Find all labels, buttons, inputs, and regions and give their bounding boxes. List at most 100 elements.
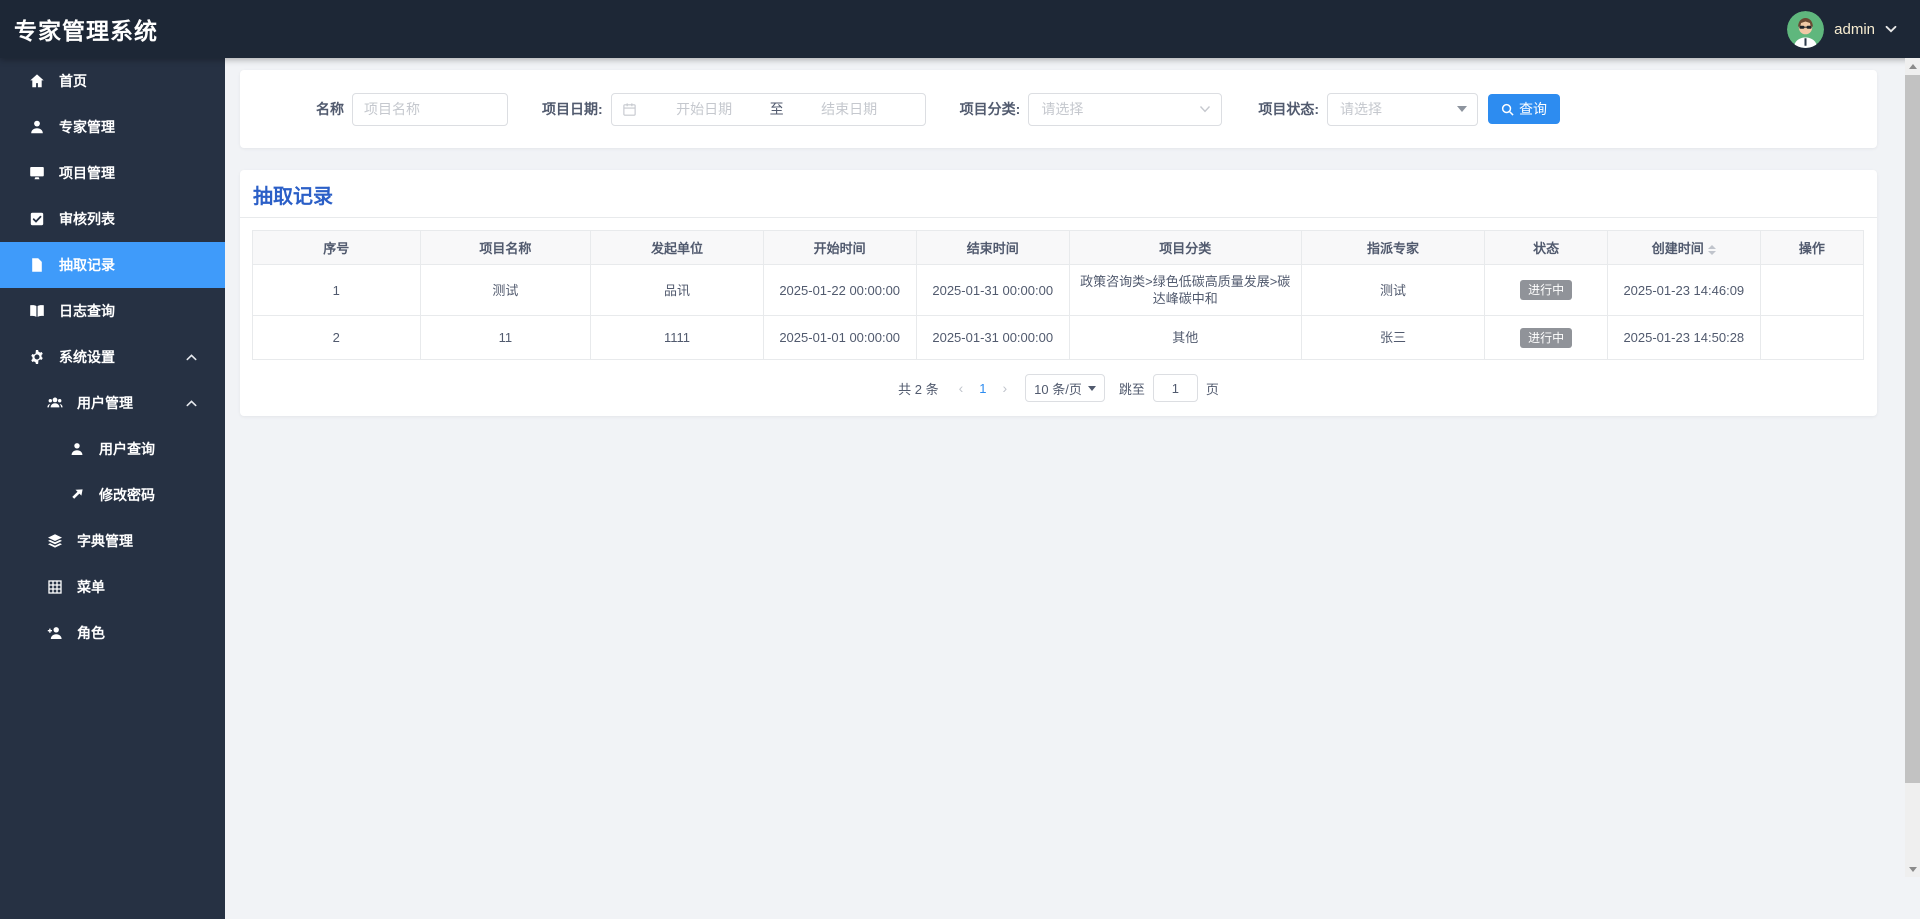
- user-icon: [68, 441, 85, 458]
- cell-created-time: 2025-01-23 14:50:28: [1606, 315, 1761, 360]
- category-filter-label: 项目分类:: [959, 101, 1021, 117]
- sidebar-item-label: 系统设置: [59, 349, 115, 365]
- col-project-name: 项目名称: [419, 230, 592, 265]
- cell-status: 进行中: [1484, 315, 1608, 360]
- chevron-up-icon: [186, 399, 197, 407]
- status-filter-label: 项目状态:: [1258, 101, 1320, 117]
- col-end-time: 结束时间: [915, 230, 1070, 265]
- sidebar-item-label: 首页: [59, 73, 87, 89]
- cell-org: 品讯: [590, 264, 764, 316]
- sidebar-item-extraction-records[interactable]: 抽取记录: [0, 242, 225, 288]
- grid-icon: [46, 579, 63, 596]
- records-panel: 抽取记录 序号 项目名称 发起单位 开始时间 结束时间 项目分类 指派专家 状态…: [240, 170, 1877, 416]
- cell-actions: [1759, 264, 1865, 316]
- chevron-down-icon: [1885, 25, 1897, 33]
- users-icon: [46, 395, 63, 412]
- vertical-scrollbar[interactable]: [1905, 58, 1920, 877]
- caret-down-icon: [1087, 385, 1096, 391]
- end-date-input[interactable]: [783, 101, 915, 117]
- jump-to-label: 跳至: [1118, 381, 1145, 397]
- username: admin: [1834, 20, 1875, 38]
- category-select[interactable]: 请选择: [1028, 92, 1223, 126]
- scroll-down-button[interactable]: [1905, 861, 1920, 877]
- cell-status: 进行中: [1484, 264, 1608, 316]
- prev-page-button[interactable]: ‹: [951, 380, 972, 396]
- main-content: 名称 项目日期: 至 项目分类: 请选择 项目状态: 请选择: [225, 58, 1905, 919]
- page-size-select[interactable]: 10 条/页: [1025, 374, 1105, 402]
- sidebar-item-label: 抽取记录: [59, 257, 115, 273]
- sidebar-item-user-query[interactable]: 用户查询: [0, 426, 225, 472]
- audit-check-icon: [28, 211, 45, 228]
- col-actions: 操作: [1759, 230, 1865, 265]
- cell-expert: 测试: [1300, 264, 1486, 316]
- sidebar-item-home[interactable]: 首页: [0, 58, 225, 104]
- sidebar-item-change-password[interactable]: 修改密码: [0, 472, 225, 518]
- date-filter-label: 项目日期:: [542, 101, 603, 117]
- col-expert: 指派专家: [1300, 230, 1486, 265]
- sidebar-item-roles[interactable]: 角色: [0, 610, 225, 656]
- status-select[interactable]: 请选择: [1327, 92, 1479, 126]
- sidebar-item-label: 字典管理: [77, 533, 133, 549]
- cell-created-time: 2025-01-23 14:46:09: [1606, 264, 1761, 316]
- sidebar-item-projects[interactable]: 项目管理: [0, 150, 225, 196]
- scrollbar-thumb[interactable]: [1905, 75, 1920, 783]
- col-created-time[interactable]: 创建时间: [1606, 230, 1761, 265]
- next-page-button[interactable]: ›: [994, 380, 1015, 396]
- triangle-up-icon: [1908, 63, 1917, 69]
- triangle-down-icon: [1908, 866, 1917, 872]
- sidebar-item-audit[interactable]: 审核列表: [0, 196, 225, 242]
- col-start-time: 开始时间: [762, 230, 917, 265]
- sidebar-item-label: 用户查询: [99, 441, 155, 457]
- col-no: 序号: [252, 230, 421, 265]
- name-filter-input[interactable]: [352, 92, 508, 126]
- status-badge: 进行中: [1520, 280, 1573, 300]
- sidebar-item-experts[interactable]: 专家管理: [0, 104, 225, 150]
- category-select-placeholder: 请选择: [1041, 101, 1084, 117]
- sidebar-item-user-management[interactable]: 用户管理: [0, 380, 225, 426]
- search-button[interactable]: 查询: [1488, 94, 1561, 124]
- sidebar-item-label: 专家管理: [59, 119, 115, 135]
- home-icon: [28, 73, 45, 90]
- app-title: 专家管理系统: [14, 18, 158, 44]
- sidebar-item-menu[interactable]: 菜单: [0, 564, 225, 610]
- app-header: 专家管理系统 admin: [0, 0, 1920, 58]
- start-date-input[interactable]: [638, 101, 770, 117]
- search-icon: [1501, 103, 1514, 116]
- sidebar-item-label: 修改密码: [99, 487, 155, 503]
- cell-end-time: 2025-01-31 00:00:00: [915, 315, 1070, 360]
- sidebar-item-dictionary[interactable]: 字典管理: [0, 518, 225, 564]
- gear-icon: [28, 349, 45, 366]
- app: { "app": { "title": "专家管理系统" }, "header"…: [0, 0, 1920, 919]
- status-select-placeholder: 请选择: [1340, 101, 1383, 117]
- cell-project-name: 11: [419, 315, 592, 360]
- filter-panel: 名称 项目日期: 至 项目分类: 请选择 项目状态: 请选择: [240, 70, 1877, 148]
- date-range-picker[interactable]: 至: [610, 92, 926, 126]
- sidebar-item-label: 项目管理: [59, 165, 115, 181]
- jump-page-suffix: 页: [1205, 381, 1219, 397]
- table-row: 1 测试 品讯 2025-01-22 00:00:00 2025-01-31 0…: [252, 264, 1865, 316]
- sidebar-item-label: 角色: [77, 625, 105, 641]
- table-header-row: 序号 项目名称 发起单位 开始时间 结束时间 项目分类 指派专家 状态 创建时间…: [252, 230, 1865, 265]
- sidebar-item-label: 菜单: [77, 579, 105, 595]
- col-org: 发起单位: [590, 230, 764, 265]
- page-title: 抽取记录: [253, 186, 333, 208]
- sidebar-item-logs[interactable]: 日志查询: [0, 288, 225, 334]
- col-status: 状态: [1484, 230, 1608, 265]
- cell-org: 1111: [590, 315, 764, 360]
- scroll-up-button[interactable]: [1905, 58, 1920, 74]
- sidebar-item-label: 审核列表: [59, 211, 115, 227]
- cell-actions: [1759, 315, 1865, 360]
- document-icon: [28, 257, 45, 274]
- sidebar-item-system-settings[interactable]: 系统设置: [0, 334, 225, 380]
- pagination: 共 2 条 ‹ 1 › 10 条/页 跳至 页: [240, 374, 1877, 402]
- user-menu[interactable]: admin: [1787, 10, 1897, 48]
- role-add-icon: [46, 625, 63, 642]
- page-number-1[interactable]: 1: [971, 381, 994, 396]
- arrow-icon: [68, 487, 85, 504]
- cell-project-name: 测试: [419, 264, 592, 316]
- chevron-down-icon: [1199, 105, 1211, 113]
- caret-down-icon: [1457, 106, 1468, 112]
- cell-end-time: 2025-01-31 00:00:00: [915, 264, 1070, 316]
- jump-page-input[interactable]: [1152, 374, 1198, 402]
- sidebar: 首页 专家管理 项目管理 审核列表 抽取记录 日志查询 系统设置 用户管理 用户…: [0, 58, 225, 919]
